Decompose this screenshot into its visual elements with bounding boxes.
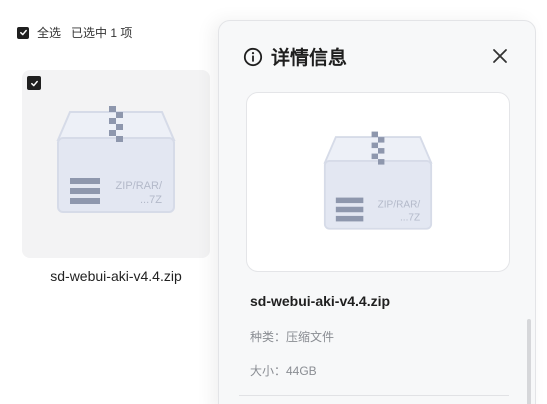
select-all-label[interactable]: 全选: [37, 24, 61, 41]
divider: [239, 395, 509, 396]
file-preview: ZIP/RAR/ ...7Z: [246, 92, 510, 272]
close-icon[interactable]: [491, 47, 509, 65]
check-icon: [30, 80, 38, 86]
file-checkbox[interactable]: [27, 76, 41, 90]
details-panel: 详情信息 ZIP/RAR/ ...7Z sd-webui-aki-v4.4.zi…: [218, 20, 536, 404]
zip-thumb-label-2: ...7Z: [140, 194, 162, 206]
check-icon: [19, 29, 27, 36]
zip-thumb-label-1: ZIP/RAR/: [378, 200, 421, 211]
selected-count-label: 已选中 1 项: [71, 26, 133, 40]
details-panel-title: 详情信息: [271, 48, 348, 69]
file-card[interactable]: ZIP/RAR/ ...7Z: [22, 70, 210, 258]
info-icon: [243, 47, 263, 66]
selection-bar: 全选 已选中 1 项: [17, 24, 132, 41]
select-all-checkbox[interactable]: [17, 26, 29, 39]
file-type-text: 种类：压缩文件: [250, 330, 335, 344]
zip-archive-icon: ZIP/RAR/ ...7Z: [323, 131, 433, 230]
details-file-name: sd-webui-aki-v4.4.zip: [250, 293, 391, 309]
zip-thumb-label-1: ZIP/RAR/: [116, 180, 163, 192]
file-name-label[interactable]: sd-webui-aki-v4.4.zip: [22, 268, 210, 284]
details-panel-header: 详情信息: [243, 43, 347, 70]
zip-thumb-label-2: ...7Z: [400, 213, 420, 224]
file-size-text: 大小：44GB: [250, 364, 317, 378]
zip-archive-icon: ZIP/RAR/ ...7Z: [56, 106, 176, 213]
panel-scrollbar[interactable]: [527, 319, 531, 404]
